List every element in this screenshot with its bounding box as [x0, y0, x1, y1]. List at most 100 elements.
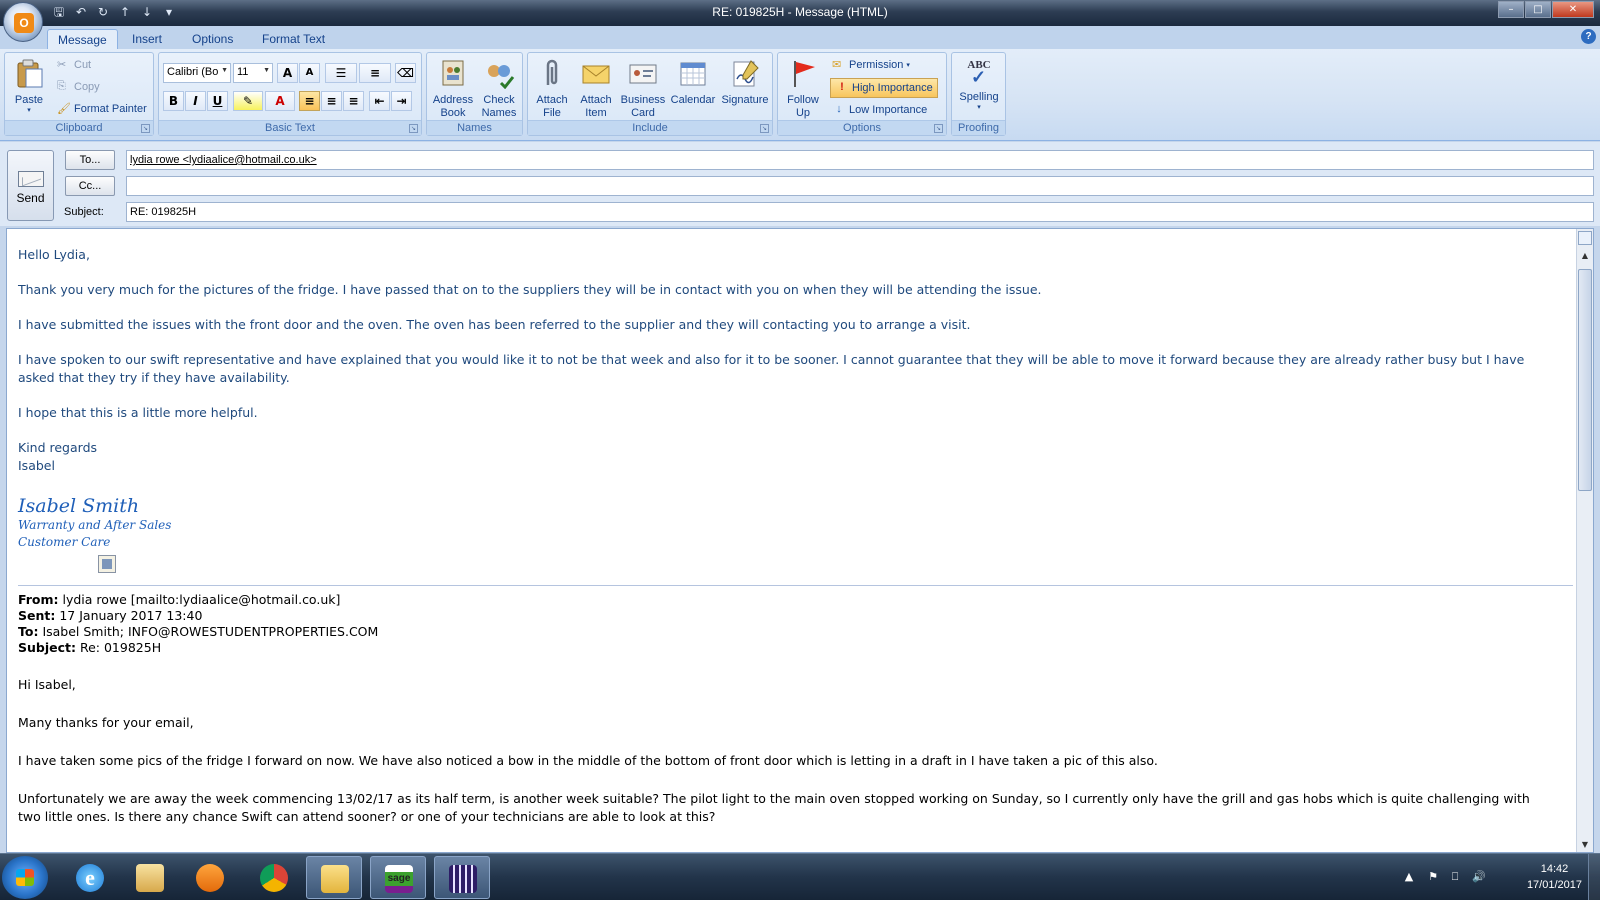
underline-button[interactable]: U	[207, 91, 228, 111]
business-card-button[interactable]: Business Card	[618, 55, 668, 120]
italic-button[interactable]: I	[185, 91, 206, 111]
outlook-envelope-icon	[321, 865, 349, 893]
window-controls: – □ ✕	[1497, 1, 1594, 18]
sage-taskbar-button[interactable]: sage	[370, 856, 426, 899]
tab-options[interactable]: Options	[182, 29, 243, 49]
minimize-button[interactable]: –	[1498, 1, 1524, 18]
cc-field[interactable]	[126, 176, 1594, 196]
scroll-up-icon[interactable]: ▲	[1577, 249, 1593, 263]
message-header: Send To... lydia rowe <lydiaalice@hotmai…	[0, 142, 1600, 226]
subject-field[interactable]: RE: 019825H	[126, 202, 1594, 222]
shrink-font-button[interactable]: A	[299, 63, 320, 83]
view-ruler-icon[interactable]	[1578, 231, 1592, 245]
app-grid-taskbar-button[interactable]	[434, 856, 490, 899]
clipboard-group: Paste ▾ ✂ Cut ⎘ Copy 🖌 Format Painter Clipb…	[4, 52, 154, 136]
increase-indent-button[interactable]: ⇥	[391, 91, 412, 111]
calendar-button[interactable]: Calendar	[668, 55, 718, 107]
maximize-button[interactable]: □	[1525, 1, 1551, 18]
chrome-taskbar-button[interactable]	[246, 856, 302, 899]
check-names-icon	[488, 65, 515, 90]
volume-icon[interactable]: 🔊	[1472, 870, 1486, 884]
signature-button[interactable]: Signature	[718, 55, 772, 107]
window-title: RE: 019825H - Message (HTML)	[712, 5, 888, 19]
bold-button[interactable]: B	[163, 91, 184, 111]
scroll-down-icon[interactable]: ▼	[1577, 838, 1593, 852]
show-hidden-icons-icon[interactable]: ▲	[1402, 870, 1416, 884]
format-painter-button[interactable]: 🖌 Format Painter	[57, 102, 147, 116]
outlook-taskbar-button[interactable]	[306, 856, 362, 899]
action-center-flag-icon[interactable]: ⚑	[1426, 870, 1440, 884]
check-names-button[interactable]: Check Names	[477, 55, 521, 120]
close-button[interactable]: ✕	[1552, 1, 1594, 18]
font-size-select[interactable]: 11 ▼	[233, 63, 273, 83]
dialog-launcher-icon[interactable]: ↘	[141, 124, 150, 133]
dialog-launcher-icon[interactable]: ↘	[409, 124, 418, 133]
media-player-icon	[196, 864, 224, 892]
paperclip-icon	[546, 59, 558, 85]
tab-insert[interactable]: Insert	[122, 29, 172, 49]
reply-paragraph: Thank you very much for the pictures of …	[18, 282, 1042, 297]
align-left-button[interactable]: ≡	[299, 91, 320, 111]
office-button[interactable]: O	[3, 2, 43, 42]
increase-indent-icon: ⇥	[396, 94, 407, 108]
signature-icon	[733, 60, 759, 87]
proofing-group: ABC ✓ Spelling ▾ Proofing	[951, 52, 1006, 136]
clear-formatting-button[interactable]: ⌫	[395, 63, 416, 83]
copy-button[interactable]: ⎘ Copy	[57, 80, 100, 94]
grow-font-button[interactable]: A	[277, 63, 298, 83]
spelling-button[interactable]: ABC ✓ Spelling ▾	[954, 55, 1004, 111]
highlight-button[interactable]: ✎	[233, 91, 263, 111]
paste-button[interactable]: Paste ▾	[9, 55, 49, 114]
media-player-taskbar-button[interactable]	[182, 856, 238, 899]
ribbon: Paste ▾ ✂ Cut ⎘ Copy 🖌 Format Painter Clipb…	[0, 49, 1600, 141]
align-right-button[interactable]: ≡	[343, 91, 364, 111]
to-button[interactable]: To...	[65, 150, 115, 170]
font-color-button[interactable]: A	[265, 91, 295, 111]
to-field[interactable]: lydia rowe <lydiaalice@hotmail.co.uk>	[126, 150, 1594, 170]
help-icon[interactable]: ?	[1581, 29, 1596, 44]
low-importance-button[interactable]: ↓ Low Importance	[832, 103, 927, 117]
include-group-label: Include	[528, 120, 772, 135]
permission-button[interactable]: ✉ Permission ▾	[832, 58, 910, 72]
message-body[interactable]: Hello Lydia, Thank you very much for the…	[6, 228, 1594, 853]
copy-icon: ⎘	[57, 80, 66, 92]
recipient-name[interactable]: lydia rowe <lydiaalice@hotmail.co.uk>	[130, 154, 317, 166]
font-name-select[interactable]: Calibri (Bo ▼	[163, 63, 231, 83]
dialog-launcher-icon[interactable]: ↘	[760, 124, 769, 133]
file-explorer-taskbar-button[interactable]	[122, 856, 178, 899]
system-tray: ▲ ⚑ ⎕ 🔊 14:42 17/01/2017	[1380, 854, 1600, 900]
align-center-button[interactable]: ≡	[321, 91, 342, 111]
network-icon[interactable]: ⎕	[1448, 870, 1462, 884]
clock-date: 17/01/2017	[1526, 879, 1582, 891]
numbering-button[interactable]: ≡	[359, 63, 391, 83]
sage-icon: sage	[385, 865, 413, 893]
show-desktop-button[interactable]	[1588, 854, 1600, 900]
paste-icon	[17, 59, 43, 88]
system-clock[interactable]: 14:42 17/01/2017	[1527, 861, 1582, 893]
follow-up-button[interactable]: Follow Up	[780, 55, 826, 120]
dialog-launcher-icon[interactable]: ↘	[934, 124, 943, 133]
attach-file-button[interactable]: Attach File	[530, 55, 574, 120]
decrease-indent-button[interactable]: ⇤	[369, 91, 390, 111]
vertical-scrollbar[interactable]: ▲ ▼	[1576, 229, 1593, 852]
tab-format-text[interactable]: Format Text	[252, 29, 335, 49]
signature-department: Customer Care	[18, 535, 111, 549]
align-right-icon: ≡	[348, 94, 359, 108]
send-button[interactable]: Send	[7, 150, 54, 221]
tab-message[interactable]: Message	[47, 29, 118, 49]
bullets-icon: ☰	[335, 66, 347, 80]
folder-icon	[136, 864, 164, 892]
attach-item-button[interactable]: Attach Item	[574, 55, 618, 120]
signature-name: Isabel Smith	[18, 495, 140, 517]
high-importance-button[interactable]: ! High Importance	[830, 78, 938, 98]
names-group: Address Book Check Names Names	[426, 52, 523, 136]
internet-explorer-taskbar-button[interactable]: e	[62, 856, 118, 899]
scrollbar-thumb[interactable]	[1578, 269, 1592, 491]
cut-button[interactable]: ✂ Cut	[57, 58, 91, 72]
clock-time: 14:42	[1540, 863, 1569, 875]
decrease-indent-icon: ⇤	[374, 94, 385, 108]
bullets-button[interactable]: ☰	[325, 63, 357, 83]
address-book-button[interactable]: Address Book	[431, 55, 475, 120]
start-button[interactable]	[2, 856, 48, 899]
cc-button[interactable]: Cc...	[65, 176, 115, 196]
